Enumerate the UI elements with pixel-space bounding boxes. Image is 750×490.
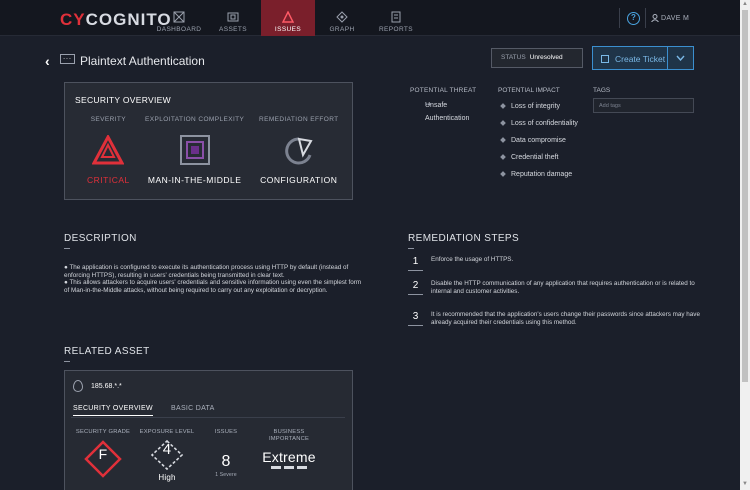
- grade-value: F: [98, 446, 108, 462]
- plaintext-small-icon: ▪▪▪: [425, 102, 432, 108]
- critical-severity-icon: [92, 135, 125, 165]
- scrollbar-thumb[interactable]: [742, 10, 748, 382]
- user-menu[interactable]: DAVE M: [651, 14, 689, 23]
- severity-value: CRITICAL: [87, 175, 130, 185]
- nav-label: ISSUES: [274, 26, 302, 33]
- exposure-label: High: [158, 473, 176, 482]
- create-ticket-button[interactable]: Create Ticket: [592, 46, 694, 70]
- scroll-up-icon[interactable]: ▲: [742, 1, 748, 7]
- top-navigation-bar: CYCOGNITO DASHBOARD ASSETS ISSUES GRAPH …: [0, 0, 740, 36]
- nav-reports[interactable]: REPORTS: [369, 0, 423, 36]
- remediation-heading: REMEDIATION STEPS: [408, 233, 520, 244]
- potential-impact-list: Loss of integrity Loss of confidentialit…: [501, 98, 578, 183]
- divider: [71, 417, 345, 418]
- user-icon: [651, 14, 659, 23]
- ticket-icon: [601, 55, 609, 63]
- severity-column: SEVERITY CRITICAL: [87, 116, 130, 185]
- related-asset-heading: RELATED ASSET: [64, 346, 150, 357]
- page-title: Plaintext Authentication: [80, 54, 205, 68]
- security-overview-panel: SECURITY OVERVIEW SEVERITY CRITICAL EXPL…: [64, 82, 353, 200]
- man-in-the-middle-icon: [179, 135, 210, 165]
- divider: [645, 8, 646, 28]
- description-heading: DESCRIPTION: [64, 233, 137, 244]
- potential-threat-value: ▪▪▪ Unsafe Authentication: [412, 99, 469, 125]
- issues-sub: 1 Severe: [215, 472, 237, 478]
- issues-count: ISSUES 8 1 Severe: [204, 429, 248, 479]
- asset-ip[interactable]: 185.68.*.*: [91, 383, 122, 390]
- tags-input[interactable]: Add tags: [593, 98, 694, 113]
- nav-label: ASSETS: [218, 26, 248, 33]
- scroll-down-icon[interactable]: ▼: [742, 481, 748, 487]
- back-button[interactable]: ‹: [45, 53, 50, 69]
- reports-icon: [391, 11, 401, 23]
- importance-bar-icon: [271, 466, 307, 469]
- nav-assets[interactable]: ASSETS: [206, 0, 260, 36]
- ticket-dropdown-chevron-icon[interactable]: [667, 47, 693, 69]
- help-icon[interactable]: ?: [627, 12, 640, 25]
- graph-icon: [336, 11, 348, 23]
- complexity-value: MAN-IN-THE-MIDDLE: [147, 175, 242, 185]
- issues-value: 8: [221, 453, 231, 470]
- potential-impact-header: POTENTIAL IMPACT: [498, 87, 560, 94]
- list-item: Reputation damage: [501, 166, 578, 183]
- tab-security-overview[interactable]: SECURITY OVERVIEW: [73, 405, 153, 416]
- issues-icon: [282, 11, 294, 23]
- potential-threat-header: POTENTIAL THREAT: [410, 87, 477, 94]
- divider: [408, 248, 414, 249]
- list-item: Credential theft: [501, 149, 578, 166]
- nav-issues[interactable]: ISSUES: [261, 0, 315, 36]
- exposure-value: 4: [162, 441, 172, 458]
- plaintext-icon: ...: [60, 54, 75, 64]
- nav-dashboard[interactable]: DASHBOARD: [152, 0, 206, 36]
- location-pin-icon: [73, 380, 83, 392]
- list-item: Loss of confidentiality: [501, 115, 578, 132]
- configuration-effort-icon: [284, 137, 313, 165]
- assets-icon: [227, 12, 239, 22]
- panel-heading: SECURITY OVERVIEW: [75, 95, 171, 105]
- tags-header: TAGS: [593, 87, 611, 94]
- vertical-scrollbar[interactable]: ▲ ▼: [740, 0, 750, 490]
- importance-value: Extreme: [262, 449, 316, 465]
- list-item: Data compromise: [501, 132, 578, 149]
- description-text: ● The application is configured to execu…: [64, 264, 362, 295]
- nav-label: GRAPH: [329, 26, 355, 33]
- business-importance: BUSINESS IMPORTANCE Extreme: [253, 429, 325, 470]
- exposure-level: EXPOSURE LEVEL 4 High: [137, 429, 197, 482]
- status-value: Unresolved: [529, 54, 563, 61]
- security-grade: SECURITY GRADE F: [73, 429, 133, 478]
- divider: [619, 8, 620, 28]
- nav-label: REPORTS: [378, 26, 414, 33]
- tab-basic-data[interactable]: BASIC DATA: [171, 405, 215, 412]
- related-asset-card[interactable]: 185.68.*.* SECURITY OVERVIEW BASIC DATA …: [64, 370, 353, 490]
- list-item: Loss of integrity: [501, 98, 578, 115]
- divider: [64, 248, 70, 249]
- dashboard-icon: [173, 11, 185, 23]
- divider: [64, 361, 70, 362]
- status-dropdown[interactable]: STATUS Unresolved: [491, 48, 583, 68]
- nav-label: DASHBOARD: [156, 26, 202, 33]
- effort-value: CONFIGURATION: [260, 175, 338, 185]
- effort-column: REMEDIATION EFFORT CONFIGURATION: [259, 116, 339, 185]
- nav-graph[interactable]: GRAPH: [315, 0, 369, 36]
- complexity-column: EXPLOITATION COMPLEXITY MAN-IN-THE-MIDDL…: [145, 116, 245, 185]
